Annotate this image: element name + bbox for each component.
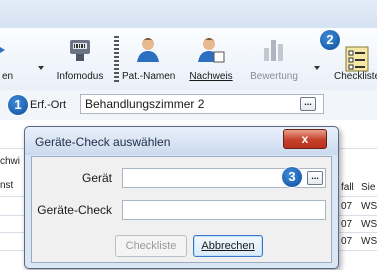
checklist-icon: [345, 46, 369, 72]
location-field[interactable]: Behandlungszimmer 2: [80, 94, 324, 114]
step-badge-3: 3: [282, 167, 302, 187]
infomodus-button[interactable]: Infomodus: [52, 28, 108, 90]
column-header-fall: fall: [341, 182, 354, 193]
location-row: 1 Erf.-Ort Behandlungszimmer 2 ...: [0, 90, 377, 120]
geraet-ellipsis-button[interactable]: ...: [307, 171, 323, 185]
nachweis-label: Nachweis: [189, 71, 233, 82]
step-badge-1: 1: [8, 95, 28, 115]
column-header-left-2: nst: [0, 180, 14, 191]
geraete-check-dialog: Geräte-Check auswählen x Gerät ... Gerät…: [24, 126, 339, 269]
table-cell: 07: [341, 236, 353, 247]
table-cell: WS: [361, 201, 377, 212]
pat-namen-button[interactable]: Pat.-Namen: [122, 28, 176, 90]
bewertung-button[interactable]: Bewertung: [246, 28, 302, 90]
column-header-left: chwi: [0, 156, 21, 167]
patient-icon: [137, 38, 159, 62]
partial-ribbon-label: en: [2, 71, 14, 82]
checkliste-label: Checkliste: [334, 71, 377, 82]
person-document-icon: [198, 38, 225, 63]
checkliste-dialog-button[interactable]: Checkliste: [115, 235, 187, 257]
dialog-title-bar[interactable]: Geräte-Check auswählen x: [25, 127, 338, 155]
partial-ribbon-button[interactable]: en: [0, 28, 22, 90]
column-header-sie: Sie: [361, 182, 376, 193]
location-label: Erf.-Ort: [30, 99, 67, 111]
dropdown-caret-icon[interactable]: [38, 66, 44, 70]
nachweis-button[interactable]: Nachweis: [188, 28, 234, 90]
abbrechen-button[interactable]: Abbrechen: [193, 235, 263, 257]
geraetecheck-field[interactable]: [122, 200, 326, 220]
dialog-title: Geräte-Check auswählen: [35, 135, 171, 149]
barcode-scanner-icon: [70, 40, 90, 61]
location-ellipsis-button[interactable]: ...: [300, 97, 316, 111]
window-title-bar: [0, 0, 377, 29]
geraetecheck-label: Geräte-Check: [37, 203, 112, 217]
close-button[interactable]: x: [283, 129, 327, 149]
bewertung-dropdown-icon[interactable]: [314, 66, 320, 70]
geraet-label: Gerät: [81, 171, 112, 185]
bar-chart-icon: [264, 40, 283, 61]
table-cell: WS: [361, 219, 377, 230]
pat-namen-label: Pat.-Namen: [122, 71, 176, 82]
table-cell: WS: [361, 236, 377, 247]
toolbar-gripper[interactable]: [114, 36, 119, 84]
bewertung-label: Bewertung: [250, 71, 298, 82]
table-cell: 07: [341, 219, 353, 230]
infomodus-label: Infomodus: [56, 71, 104, 82]
step-badge-2: 2: [320, 30, 340, 50]
partial-icon: [0, 47, 5, 53]
table-cell: 07: [341, 201, 353, 212]
